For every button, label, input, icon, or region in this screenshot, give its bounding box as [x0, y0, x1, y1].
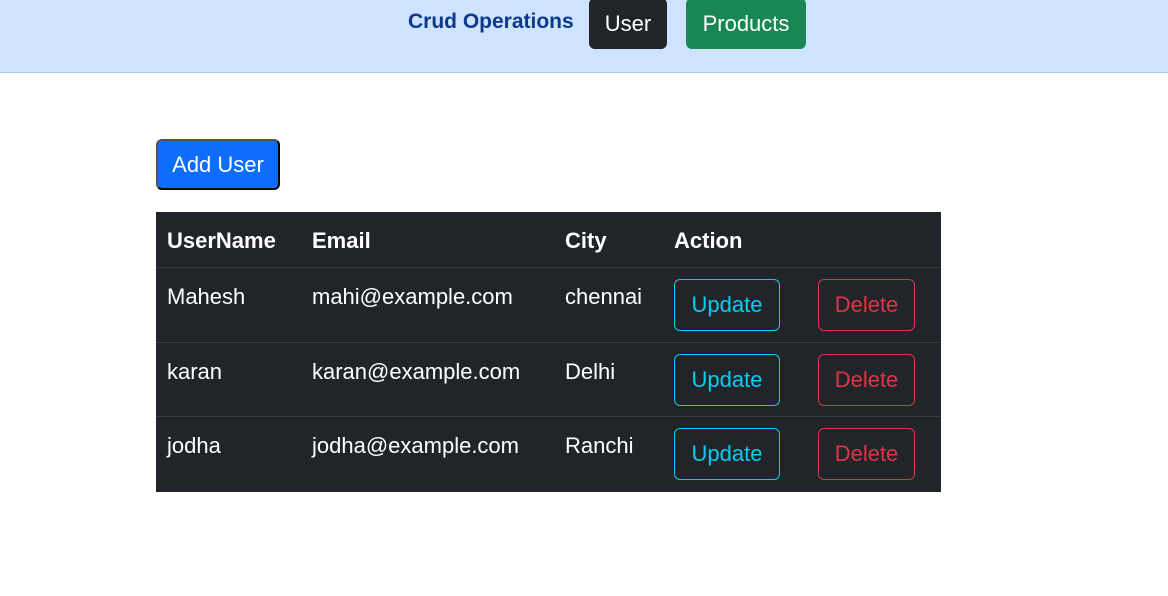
- cell-username: jodha: [167, 433, 221, 458]
- cell-email: mahi@example.com: [312, 284, 513, 309]
- update-button[interactable]: Update: [674, 354, 780, 406]
- cell-city: Ranchi: [565, 433, 634, 458]
- cell-username: karan: [167, 359, 223, 384]
- table-row: Mahesh mahi@example.com chennai Update D…: [156, 268, 941, 343]
- column-header-action: Action: [674, 228, 743, 253]
- table-header-row: UserName Email City Action: [156, 212, 941, 268]
- delete-button[interactable]: Delete: [818, 428, 915, 480]
- cell-email: karan@example.com: [312, 359, 521, 384]
- column-header-city: City: [565, 228, 607, 253]
- update-button[interactable]: Update: [674, 428, 780, 480]
- add-user-button[interactable]: Add User: [156, 139, 280, 190]
- table-row: jodha jodha@example.com Ranchi Update De…: [156, 417, 941, 492]
- users-table: UserName Email City Action Mahesh mahi@e…: [156, 212, 941, 492]
- products-nav-button[interactable]: Products: [686, 0, 806, 49]
- column-header-username: UserName: [167, 228, 276, 253]
- cell-city: chennai: [565, 284, 643, 309]
- column-header-email: Email: [312, 228, 371, 253]
- update-button[interactable]: Update: [674, 279, 780, 331]
- delete-button[interactable]: Delete: [818, 354, 915, 406]
- cell-email: jodha@example.com: [312, 433, 519, 458]
- user-nav-button[interactable]: User: [589, 0, 667, 49]
- cell-username: Mahesh: [167, 284, 246, 309]
- brand-title: Crud Operations: [408, 10, 574, 33]
- top-navbar: Crud Operations User Products: [0, 0, 1168, 73]
- cell-city: Delhi: [565, 359, 616, 384]
- delete-button[interactable]: Delete: [818, 279, 915, 331]
- table-row: karan karan@example.com Delhi Update Del…: [156, 343, 941, 417]
